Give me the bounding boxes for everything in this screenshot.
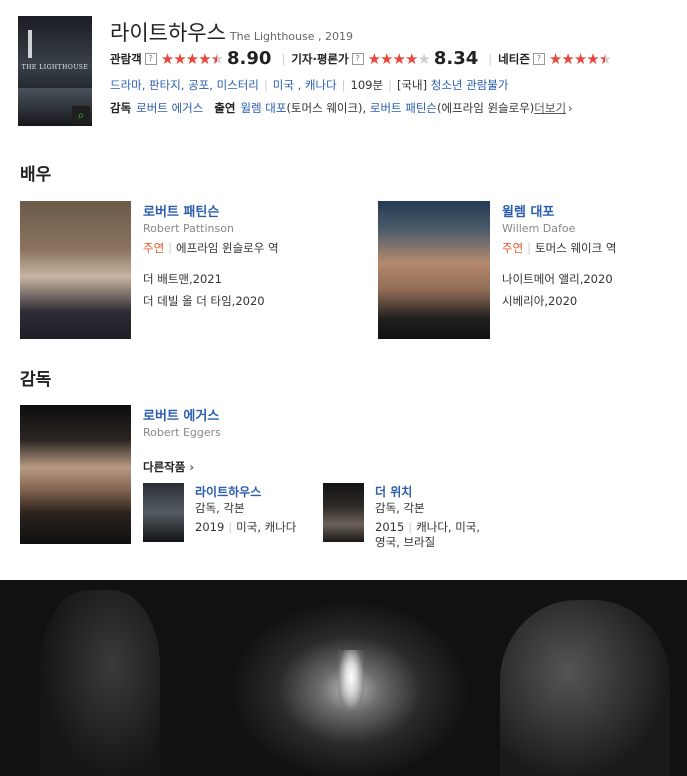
star-icon: ★	[586, 49, 599, 68]
genres-link[interactable]: 드라마, 판타지, 공포, 미스터리	[110, 78, 259, 92]
actor-role: 주연 | 에프라임 윈슬로우 역	[143, 241, 279, 255]
more-link[interactable]: 더보기	[534, 101, 566, 115]
work-title[interactable]: 더 위치	[375, 483, 412, 500]
help-icon[interactable]: ?	[144, 52, 157, 65]
poster-title: THE LIGHTHOUSE	[21, 64, 89, 71]
chevron-right-icon: ›	[189, 460, 195, 474]
actor-work[interactable]: 더 배트맨,2021	[143, 271, 222, 287]
help-icon[interactable]: ?	[351, 52, 364, 65]
movie-title-en: The Lighthouse , 2019	[229, 30, 353, 43]
runtime: 109분	[350, 78, 384, 92]
director-photo[interactable]	[20, 405, 131, 544]
work-poster-lighthouse[interactable]	[143, 483, 184, 542]
help-icon[interactable]: ?	[532, 52, 545, 65]
movie-still-image	[0, 580, 687, 776]
age-rating-link[interactable]: 청소년 관람불가	[431, 78, 509, 92]
work-title[interactable]: 라이트하우스	[195, 483, 261, 500]
movie-title: 라이트하우스 The Lighthouse , 2019	[110, 17, 353, 47]
work-poster-witch[interactable]	[323, 483, 364, 542]
rating-label: 기자·평론가	[291, 51, 349, 66]
actor-work[interactable]: 시베리아,2020	[502, 293, 577, 309]
work-countries: 미국, 캐나다	[236, 520, 297, 534]
star-icon: ★	[185, 49, 199, 68]
rating-score: 8.90	[227, 48, 272, 69]
cast-link-2[interactable]: 로버트 패틴슨	[370, 101, 437, 115]
star-icon: ★	[392, 49, 406, 68]
director-name[interactable]: 로버트 에거스	[143, 405, 219, 424]
actor-photo-pattinson[interactable]	[20, 201, 131, 339]
actor-photo-dafoe[interactable]	[378, 201, 490, 339]
work-role: 감독, 각본	[375, 501, 425, 515]
star-icon: ★	[404, 49, 418, 68]
cast-link-1[interactable]: 윌렘 대포	[240, 101, 286, 115]
star-icon: ★	[160, 49, 174, 68]
director-name-en: Robert Eggers	[143, 426, 221, 439]
ratings-row: 관람객? ★★★★★ 8.90 | 기자·평론가? ★★★★★ 8.34 | 네티즌? ★★★★★	[110, 48, 615, 69]
separator: |	[488, 51, 493, 66]
director-link[interactable]: 로버트 에거스	[136, 101, 203, 115]
actor-name[interactable]: 로버트 패틴슨	[143, 201, 219, 220]
star-icon: ★	[573, 49, 587, 68]
rating-label: 관람객	[110, 51, 142, 66]
rating-score: 8.34	[433, 48, 479, 69]
star-icon: ★	[561, 49, 574, 68]
star-icon: ★	[548, 49, 562, 68]
star-icon: ★	[367, 49, 381, 68]
other-works-label: 다른작품	[143, 460, 186, 474]
actor-role: 주연 | 토머스 웨이크 역	[502, 241, 617, 255]
star-rating: ★★★★★	[367, 49, 431, 68]
star-rating: ★★★★★	[548, 49, 612, 68]
star-rating: ★★★★★	[160, 49, 224, 68]
star-icon: ★	[210, 49, 224, 68]
actor-name[interactable]: 윌렘 대포	[502, 201, 554, 220]
movie-poster[interactable]: THE LIGHTHOUSE ⌕	[18, 16, 92, 126]
rating-prefix: [국내]	[396, 78, 428, 92]
work-year: 2015	[375, 520, 405, 534]
role-name: 토머스 웨이크 역	[535, 241, 617, 255]
role-name: 에프라임 윈슬로우 역	[176, 241, 279, 255]
actor-name-en: Willem Dafoe	[502, 222, 576, 235]
star-icon: ★	[198, 49, 211, 68]
movie-meta: 드라마, 판타지, 공포, 미스터리 | 미국 , 캐나다 | 109분 | [국내] 청소…	[110, 78, 509, 92]
director-heading: 감독	[20, 370, 52, 390]
movie-credits: 감독 로버트 에거스 출연 윌렘 대포(토머스 웨이크), 로버트 패틴슨(에프라임…	[110, 100, 573, 116]
separator: |	[281, 51, 286, 66]
work-year: 2019	[195, 520, 225, 534]
work-role: 감독, 각본	[195, 501, 245, 515]
movie-title-ko[interactable]: 라이트하우스	[110, 21, 226, 45]
rating-label: 네티즌	[498, 51, 530, 66]
star-icon: ★	[417, 49, 430, 68]
still-figure-right	[500, 600, 670, 776]
cast-role-1: (토머스 웨이크),	[286, 101, 367, 115]
lead-tag: 주연	[143, 241, 165, 255]
actors-heading: 배우	[20, 165, 52, 185]
still-figure-left	[40, 590, 160, 776]
cast-label: 출연	[214, 101, 236, 115]
countries-link[interactable]: 미국 , 캐나다	[273, 78, 337, 92]
director-label: 감독	[110, 101, 132, 115]
other-works-link[interactable]: 다른작품 ›	[143, 459, 194, 475]
work-info: 2019 | 미국, 캐나다	[195, 520, 297, 534]
lighthouse-shape	[28, 30, 32, 58]
actor-name-en: Robert Pattinson	[143, 222, 234, 235]
lead-tag: 주연	[502, 241, 524, 255]
actor-work[interactable]: 나이트메어 앨리,2020	[502, 271, 613, 287]
star-icon: ★	[380, 49, 393, 68]
star-icon: ★	[173, 49, 186, 68]
chevron-right-icon: ›	[568, 101, 573, 115]
star-icon: ★	[598, 49, 612, 68]
still-lantern	[338, 650, 364, 710]
actor-work[interactable]: 더 데빌 올 더 타임,2020	[143, 293, 265, 309]
cast-role-2: (에프라임 윈슬로우)	[437, 101, 535, 115]
zoom-icon[interactable]: ⌕	[72, 106, 90, 124]
work-info: 2015 | 캐나다, 미국, 영국, 브라질	[375, 520, 481, 549]
